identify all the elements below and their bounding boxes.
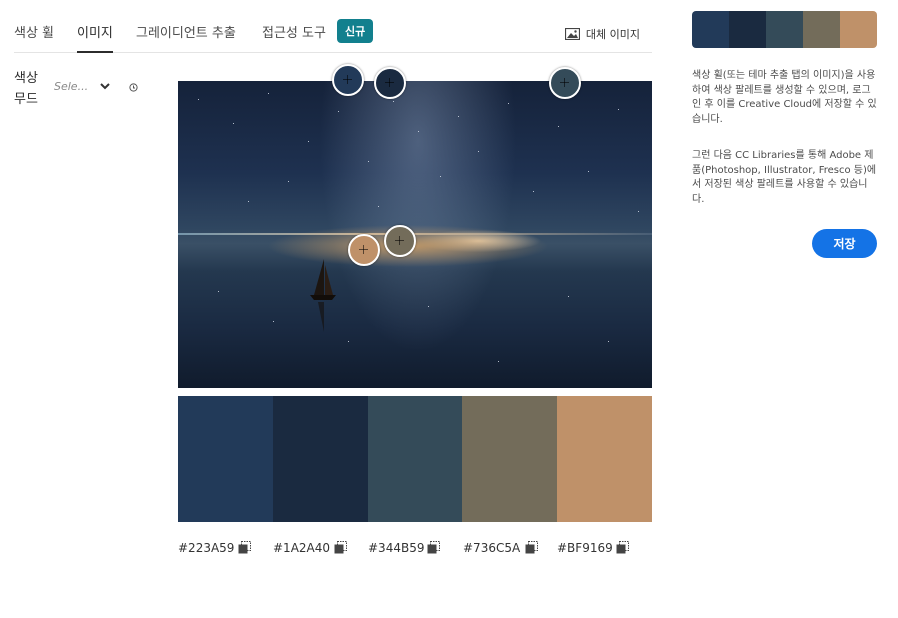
copy-icon[interactable]: [427, 541, 440, 554]
info-paragraph-2: 그런 다음 CC Libraries를 통해 Adobe 제품(Photosho…: [692, 150, 877, 205]
alt-image-label: 대체 이미지: [585, 28, 640, 41]
swatch-2[interactable]: [272, 396, 368, 522]
preview-swatch-4: [803, 11, 840, 48]
hex-value-5: #BF9169: [557, 541, 613, 555]
color-mood-label: 색상 무드: [14, 71, 38, 107]
color-picker-4[interactable]: [384, 225, 416, 257]
palette-preview: [692, 11, 877, 48]
preview-swatch-3: [766, 11, 803, 48]
preview-swatch-2: [729, 11, 766, 48]
color-picker-3[interactable]: [549, 67, 581, 99]
sailboat-graphic: [310, 259, 336, 332]
new-badge: 신규: [337, 19, 374, 43]
color-mood-select[interactable]: Sele...: [54, 80, 88, 93]
mode-tabs: 색상 휠 이미지 그레이디언트 추출 접근성 도구 신규 대체 이미지: [14, 16, 652, 53]
copy-icon[interactable]: [616, 541, 629, 554]
copy-icon[interactable]: [334, 541, 347, 554]
tab-image[interactable]: 이미지: [77, 22, 113, 53]
swatch-5[interactable]: [557, 396, 652, 522]
info-paragraph-1: 색상 휠(또는 테마 추출 탭의 이미지)을 사용하여 색상 팔레트를 생성할 …: [692, 70, 877, 125]
hex-value-1: #223A59: [178, 541, 235, 555]
hex-value-4: #736C5A: [463, 541, 521, 555]
swatch-3[interactable]: [367, 396, 463, 522]
preview-swatch-5: [840, 11, 877, 48]
swatch-4[interactable]: [462, 396, 558, 522]
tab-gradient-extract[interactable]: 그레이디언트 추출: [136, 22, 236, 41]
tab-accessibility-tools[interactable]: 접근성 도구: [262, 22, 326, 41]
color-picker-1[interactable]: [332, 64, 364, 96]
tab-color-wheel[interactable]: 색상 휠: [14, 22, 54, 41]
palette-swatches: [178, 396, 652, 522]
info-icon[interactable]: [129, 83, 138, 92]
color-picker-2[interactable]: [374, 67, 406, 99]
image-icon: [564, 28, 580, 40]
chevron-down-icon[interactable]: [99, 81, 111, 91]
save-button[interactable]: 저장: [812, 229, 877, 258]
copy-icon[interactable]: [238, 541, 251, 554]
hex-value-3: #344B59: [368, 541, 425, 555]
swatch-1[interactable]: [178, 396, 273, 522]
color-picker-5[interactable]: [348, 234, 380, 266]
hex-value-2: #1A2A40: [273, 541, 331, 555]
preview-swatch-1: [692, 11, 729, 48]
copy-icon[interactable]: [525, 541, 538, 554]
alt-image-button[interactable]: 대체 이미지: [564, 26, 640, 42]
